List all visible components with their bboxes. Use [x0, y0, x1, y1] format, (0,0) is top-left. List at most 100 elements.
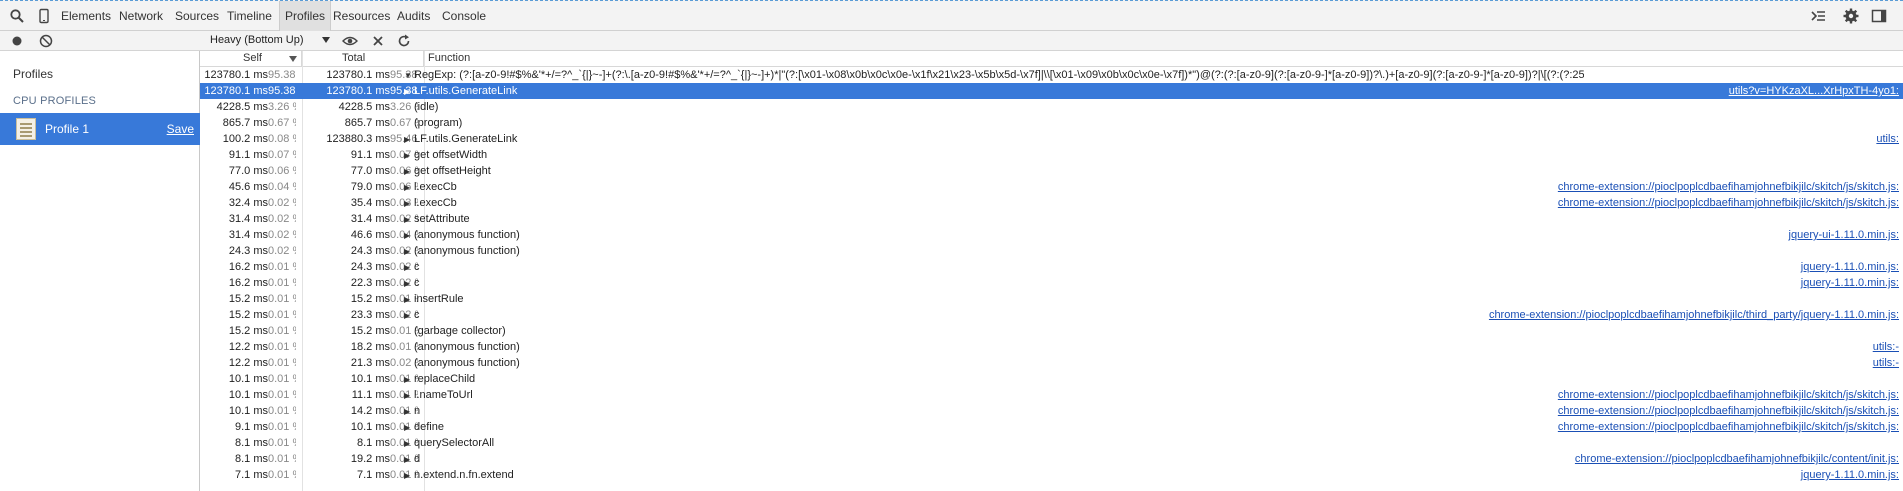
source-link[interactable]: chrome-extension://pioclpoplcdbaefihamjo…	[1558, 403, 1899, 419]
self-value: 31.4 ms	[228, 229, 268, 241]
source-link[interactable]: utils?v=HYKzaXL...XrHpxTH-4yo1:	[1729, 83, 1899, 99]
table-row[interactable]: 4228.5 ms3.26 %4228.5 ms3.26 %(idle)	[200, 99, 1903, 115]
table-row[interactable]: 10.1 ms0.01 %11.1 ms0.01 %▶l.nameToUrlch…	[200, 387, 1903, 403]
search-icon[interactable]	[9, 8, 25, 24]
show-drawer-icon[interactable]	[1810, 8, 1826, 24]
table-row[interactable]: 12.2 ms0.01 %18.2 ms0.01 %(anonymous fun…	[200, 339, 1903, 355]
table-row[interactable]: 10.1 ms0.01 %10.1 ms0.01 %▶replaceChild	[200, 371, 1903, 387]
header-total[interactable]: Total	[302, 51, 424, 66]
expand-arrow-icon[interactable]: ▶	[404, 292, 414, 307]
function-cell: ▶ l.execCb	[404, 179, 1584, 195]
save-link[interactable]: Save	[167, 122, 194, 136]
table-row[interactable]: 32.4 ms0.02 %35.4 ms0.03 %▶l.execCbchrom…	[200, 195, 1903, 211]
table-row[interactable]: 9.1 ms0.01 %10.1 ms0.01 %▶definechrome-e…	[200, 419, 1903, 435]
function-cell: ▶ get offsetWidth	[404, 147, 1584, 163]
total-value: 35.4 ms	[350, 197, 390, 209]
expand-arrow-icon[interactable]: ▶	[404, 468, 414, 483]
source-link[interactable]: jquery-ui-1.11.0.min.js:	[1789, 227, 1899, 243]
tab-audits[interactable]: Audits	[392, 1, 435, 31]
table-row[interactable]: 865.7 ms0.67 %865.7 ms0.67 %(program)	[200, 115, 1903, 131]
table-row[interactable]: 12.2 ms0.01 %21.3 ms0.02 %(anonymous fun…	[200, 355, 1903, 371]
expand-arrow-icon[interactable]: ▶	[404, 180, 414, 195]
expand-arrow-icon[interactable]: ▶	[404, 84, 414, 99]
table-row[interactable]: 8.1 ms0.01 %8.1 ms0.01 %▶querySelectorAl…	[200, 435, 1903, 451]
source-link[interactable]: utils:-	[1873, 355, 1899, 371]
table-row[interactable]: 123780.1 ms95.38 %123780.1 ms95.38 % ▶LF…	[200, 83, 1903, 99]
expand-arrow-icon[interactable]: ▶	[404, 196, 414, 211]
expand-arrow-icon[interactable]: ▶	[404, 228, 414, 243]
header-function[interactable]: Function	[424, 51, 1903, 66]
tab-network[interactable]: Network	[114, 1, 168, 31]
eye-icon[interactable]	[342, 33, 358, 49]
source-link[interactable]: chrome-extension://pioclpoplcdbaefihamjo…	[1558, 387, 1899, 403]
expand-arrow-icon[interactable]: ▶	[404, 404, 414, 419]
expand-arrow-icon[interactable]: ▶	[404, 452, 414, 467]
refresh-icon[interactable]	[396, 33, 412, 49]
expand-arrow-icon[interactable]: ▶	[404, 164, 414, 179]
source-link[interactable]: chrome-extension://pioclpoplcdbaefihamjo…	[1489, 307, 1899, 323]
tab-timeline[interactable]: Timeline	[222, 1, 277, 31]
expand-arrow-icon[interactable]: ▶	[404, 260, 414, 275]
table-row[interactable]: 31.4 ms0.02 %46.6 ms0.04 %▶(anonymous fu…	[200, 227, 1903, 243]
view-selector[interactable]: Heavy (Bottom Up)	[210, 34, 304, 46]
table-row[interactable]: 10.1 ms0.01 %14.2 ms0.01 %▶nchrome-exten…	[200, 403, 1903, 419]
expand-arrow-icon[interactable]: ▶	[404, 372, 414, 387]
table-row[interactable]: 24.3 ms0.02 %24.3 ms0.02 %▶(anonymous fu…	[200, 243, 1903, 259]
table-row[interactable]: 16.2 ms0.01 %22.3 ms0.02 %▶cjquery-1.11.…	[200, 275, 1903, 291]
dock-side-icon[interactable]	[1871, 8, 1887, 24]
expand-arrow-icon[interactable]: ▶	[404, 212, 414, 227]
source-link[interactable]: utils:-	[1873, 339, 1899, 355]
table-row[interactable]: 8.1 ms0.01 %19.2 ms0.01 %▶dchrome-extens…	[200, 451, 1903, 467]
tab-profiles[interactable]: Profiles	[279, 1, 332, 31]
source-link[interactable]: chrome-extension://pioclpoplcdbaefihamjo…	[1558, 419, 1899, 435]
table-row[interactable]: 15.2 ms0.01 %15.2 ms0.01 %▶insertRule	[200, 291, 1903, 307]
table-row[interactable]: 91.1 ms0.07 %91.1 ms0.07 %▶get offsetWid…	[200, 147, 1903, 163]
tab-console[interactable]: Console	[437, 1, 491, 31]
expand-arrow-icon[interactable]: ▶	[404, 388, 414, 403]
expand-arrow-icon[interactable]: ▶	[404, 420, 414, 435]
clear-icon[interactable]	[39, 34, 53, 51]
profile-item[interactable]: Profile 1 Save	[0, 113, 200, 145]
header-self[interactable]: Self	[200, 51, 302, 66]
table-row[interactable]: 16.2 ms0.01 %24.3 ms0.02 %▶cjquery-1.11.…	[200, 259, 1903, 275]
close-icon[interactable]	[370, 33, 386, 49]
self-percent: 0.01 %	[268, 373, 296, 385]
chevron-down-icon[interactable]	[322, 37, 330, 43]
table-row[interactable]: 123780.1 ms95.38 %123780.1 ms95.38 %▼Reg…	[200, 67, 1903, 83]
self-percent: 0.01 %	[268, 453, 296, 465]
table-row[interactable]: 100.2 ms0.08 %123880.3 ms95.46 %▶LF.util…	[200, 131, 1903, 147]
table-row[interactable]: 15.2 ms0.01 %15.2 ms0.01 %(garbage colle…	[200, 323, 1903, 339]
source-link[interactable]: utils:	[1876, 131, 1899, 147]
tab-elements[interactable]: Elements	[56, 1, 116, 31]
source-link[interactable]: chrome-extension://pioclpoplcdbaefihamjo…	[1558, 179, 1899, 195]
table-row[interactable]: 45.6 ms0.04 %79.0 ms0.06 %▶l.execCbchrom…	[200, 179, 1903, 195]
record-icon[interactable]	[11, 35, 23, 50]
expand-arrow-icon[interactable]: ▶	[404, 308, 414, 323]
source-link[interactable]: jquery-1.11.0.min.js:	[1801, 259, 1899, 275]
expand-arrow-icon[interactable]: ▼	[404, 68, 414, 83]
function-name: define	[414, 421, 444, 433]
source-link[interactable]: chrome-extension://pioclpoplcdbaefihamjo…	[1558, 195, 1899, 211]
gear-icon[interactable]	[1843, 8, 1859, 24]
total-value: 8.1 ms	[356, 437, 390, 449]
expand-arrow-icon[interactable]: ▶	[404, 148, 414, 163]
profiles-sidebar: Profiles CPU PROFILES Profile 1 Save	[0, 31, 200, 491]
source-link[interactable]: jquery-1.11.0.min.js:	[1801, 467, 1899, 483]
source-link[interactable]: chrome-extension://pioclpoplcdbaefihamjo…	[1575, 451, 1899, 467]
source-link[interactable]: jquery-1.11.0.min.js:	[1801, 275, 1899, 291]
self-percent: 0.02 %	[268, 245, 296, 257]
tab-resources[interactable]: Resources	[328, 1, 395, 31]
tab-sources[interactable]: Sources	[170, 1, 224, 31]
expand-arrow-icon[interactable]: ▶	[404, 132, 414, 147]
cpu-profiles-section: CPU PROFILES	[13, 95, 97, 107]
table-row[interactable]: 15.2 ms0.01 %23.3 ms0.02 %▶cchrome-exten…	[200, 307, 1903, 323]
expand-arrow-icon[interactable]: ▶	[404, 244, 414, 259]
expand-arrow-icon[interactable]: ▶	[404, 436, 414, 451]
device-mode-icon[interactable]	[36, 8, 52, 24]
table-row[interactable]: 77.0 ms0.06 %77.0 ms0.06 %▶get offsetHei…	[200, 163, 1903, 179]
profiles-title[interactable]: Profiles	[13, 67, 53, 81]
table-row[interactable]: 31.4 ms0.02 %31.4 ms0.02 %▶setAttribute	[200, 211, 1903, 227]
expand-arrow-icon[interactable]: ▶	[404, 276, 414, 291]
table-row[interactable]: 7.1 ms0.01 %7.1 ms0.01 %▶n.extend.n.fn.e…	[200, 467, 1903, 483]
self-value: 91.1 ms	[228, 149, 268, 161]
